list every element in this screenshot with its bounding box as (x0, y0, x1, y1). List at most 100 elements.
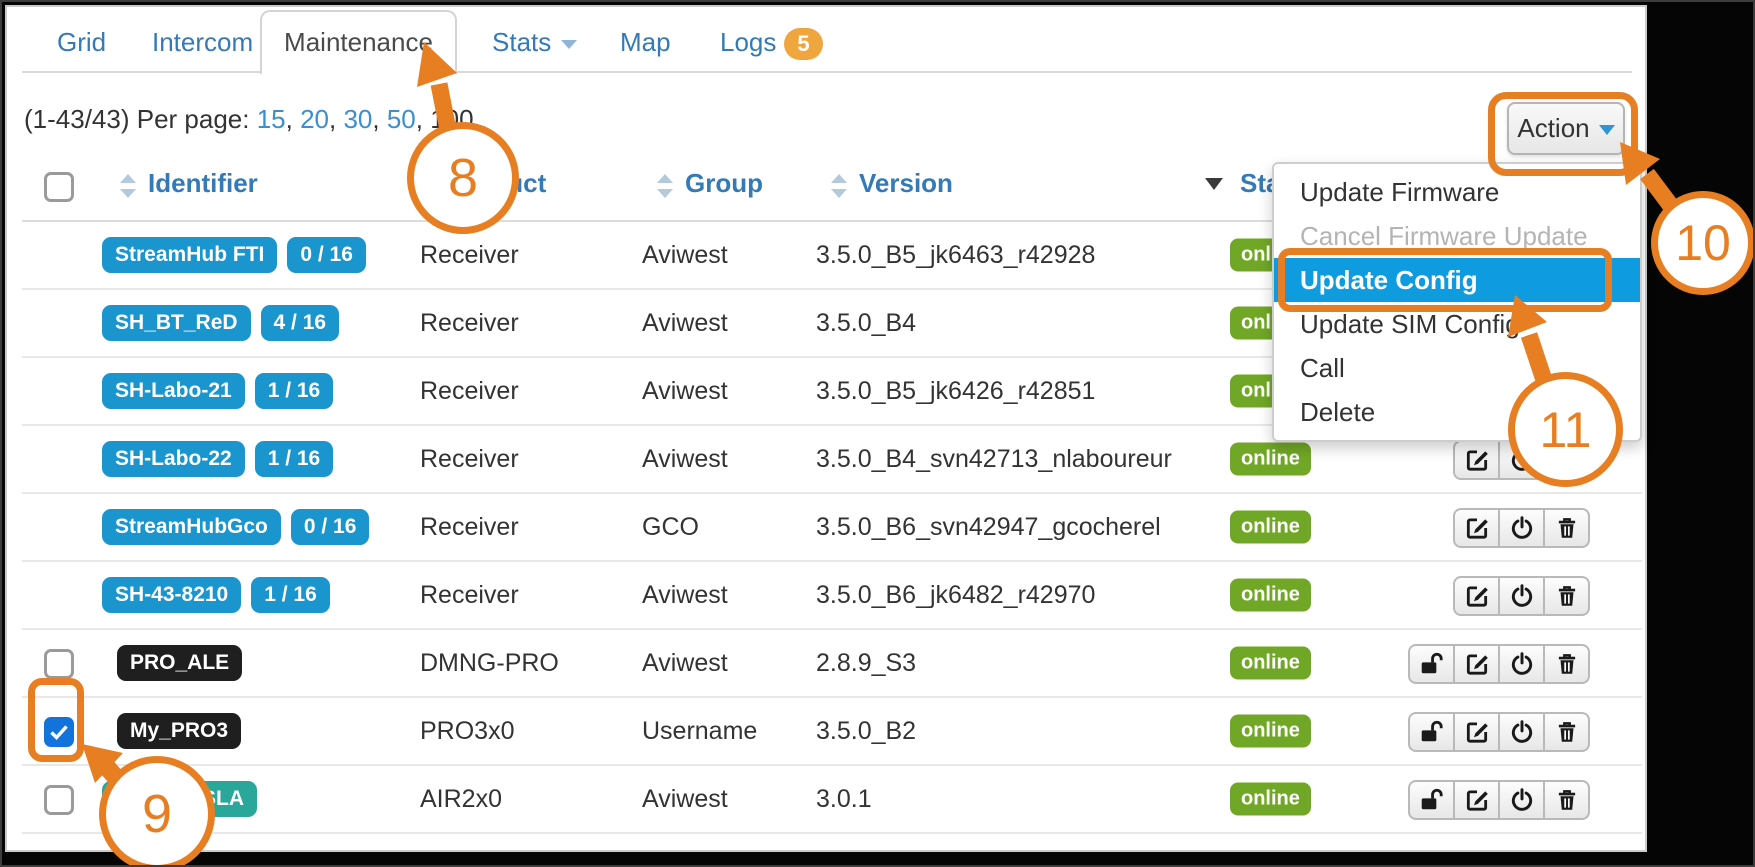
callout-circle-10: 10 (1651, 191, 1755, 295)
per-page-20-link[interactable]: 20 (300, 104, 329, 134)
tab-maintenance[interactable]: Maintenance (260, 10, 457, 74)
row-checkbox[interactable] (44, 649, 74, 679)
per-page-30-link[interactable]: 30 (343, 104, 372, 134)
edit-button[interactable] (1453, 644, 1500, 684)
product-cell: Receiver (420, 358, 519, 424)
identifier-badge: PRO_ALE (117, 645, 242, 681)
delete-button[interactable] (1543, 780, 1590, 820)
delete-button[interactable] (1543, 576, 1590, 616)
pagination-range-label: (1-43/43) Per page: (24, 104, 249, 134)
power-button[interactable] (1498, 780, 1545, 820)
tab-stats[interactable]: Stats (492, 27, 577, 58)
callout-circle-8: 8 (407, 122, 519, 234)
sort-icon (657, 172, 673, 202)
product-cell: PRO3x0 (420, 698, 514, 764)
version-cell: 3.5.0_B6_jk6482_r42970 (816, 562, 1095, 628)
edit-button[interactable] (1453, 508, 1500, 548)
table-row: SLA AIR2x0 Aviwest 3.0.1 online (22, 766, 1642, 834)
edit-icon (1464, 787, 1490, 813)
power-button[interactable] (1498, 576, 1545, 616)
delete-button[interactable] (1543, 508, 1590, 548)
edit-icon (1464, 583, 1490, 609)
callout-highlight-update-config (1278, 248, 1612, 312)
group-cell: Aviwest (642, 222, 728, 288)
edit-button[interactable] (1453, 712, 1500, 752)
edit-icon (1464, 719, 1490, 745)
status-badge: online (1230, 511, 1311, 544)
identifier-badge: SH_BT_ReD (102, 305, 251, 341)
channel-count-badge: 1 / 16 (255, 373, 334, 409)
power-icon (1509, 515, 1535, 541)
tab-grid[interactable]: Grid (57, 27, 106, 58)
identifier-badge: SH-Labo-22 (102, 441, 245, 477)
sort-icon (120, 172, 136, 202)
callout-highlight-action-button (1488, 92, 1638, 176)
row-actions (1453, 508, 1590, 548)
delete-button[interactable] (1543, 644, 1590, 684)
trash-icon (1554, 651, 1580, 677)
power-button[interactable] (1498, 644, 1545, 684)
status-badge: online (1230, 715, 1311, 748)
identifier-badge: StreamHubGco (102, 509, 281, 545)
sort-descending-icon (1205, 178, 1223, 190)
row-checkbox[interactable] (44, 785, 74, 815)
select-all-checkbox[interactable] (44, 172, 74, 202)
product-cell: Receiver (420, 494, 519, 560)
identifier-badge: SH-43-8210 (102, 577, 241, 613)
version-cell: 3.5.0_B4 (816, 290, 916, 356)
menu-item-update-firmware[interactable]: Update Firmware (1274, 170, 1640, 214)
column-header-identifier[interactable]: Identifier (148, 168, 258, 199)
identifier-badge: My_PRO3 (117, 713, 241, 749)
version-cell: 2.8.9_S3 (816, 630, 916, 696)
tab-intercom[interactable]: Intercom (152, 27, 253, 58)
product-cell: AIR2x0 (420, 766, 502, 832)
row-actions (1408, 780, 1590, 820)
tab-logs[interactable]: Logs5 (720, 27, 823, 60)
channel-count-badge: 0 / 16 (287, 237, 366, 273)
product-cell: Receiver (420, 426, 519, 492)
edit-icon (1464, 447, 1490, 473)
power-button[interactable] (1498, 508, 1545, 548)
column-header-version[interactable]: Version (859, 168, 953, 199)
delete-button[interactable] (1543, 712, 1590, 752)
separator: , (329, 104, 343, 134)
unlock-button[interactable] (1408, 780, 1455, 820)
channel-count-badge: 1 / 16 (255, 441, 334, 477)
status-badge: online (1230, 783, 1311, 816)
version-cell: 3.5.0_B5_jk6426_r42851 (816, 358, 1095, 424)
group-cell: Aviwest (642, 358, 728, 424)
table-row: StreamHubGco0 / 16 Receiver GCO 3.5.0_B6… (22, 494, 1642, 562)
group-cell: GCO (642, 494, 699, 560)
identifier-badge: SH-Labo-21 (102, 373, 245, 409)
sort-icon (831, 172, 847, 202)
status-badge: online (1230, 443, 1311, 476)
power-icon (1509, 651, 1535, 677)
tab-map[interactable]: Map (620, 27, 671, 58)
table-row: My_PRO3 PRO3x0 Username 3.5.0_B2 online (22, 698, 1642, 766)
group-cell: Aviwest (642, 562, 728, 628)
edit-button[interactable] (1453, 780, 1500, 820)
separator: , (286, 104, 300, 134)
edit-button[interactable] (1453, 576, 1500, 616)
identifier-badge: StreamHub FTI (102, 237, 277, 273)
unlock-button[interactable] (1408, 712, 1455, 752)
unlock-button[interactable] (1408, 644, 1455, 684)
edit-button[interactable] (1453, 440, 1500, 480)
trash-icon (1554, 787, 1580, 813)
callout-label: 9 (142, 783, 172, 845)
power-button[interactable] (1498, 712, 1545, 752)
callout-circle-9: 9 (99, 756, 215, 867)
per-page-15-link[interactable]: 15 (257, 104, 286, 134)
unlock-icon (1419, 787, 1445, 813)
callout-label: 11 (1540, 401, 1592, 459)
group-cell: Aviwest (642, 630, 728, 696)
trash-icon (1554, 515, 1580, 541)
unlock-icon (1419, 719, 1445, 745)
logs-count-badge: 5 (784, 28, 822, 60)
version-cell: 3.5.0_B4_svn42713_nlaboureur (816, 426, 1172, 492)
per-page-50-link[interactable]: 50 (387, 104, 416, 134)
group-cell: Aviwest (642, 426, 728, 492)
chevron-down-icon (561, 40, 577, 49)
column-header-group[interactable]: Group (685, 168, 763, 199)
product-cell: Receiver (420, 562, 519, 628)
